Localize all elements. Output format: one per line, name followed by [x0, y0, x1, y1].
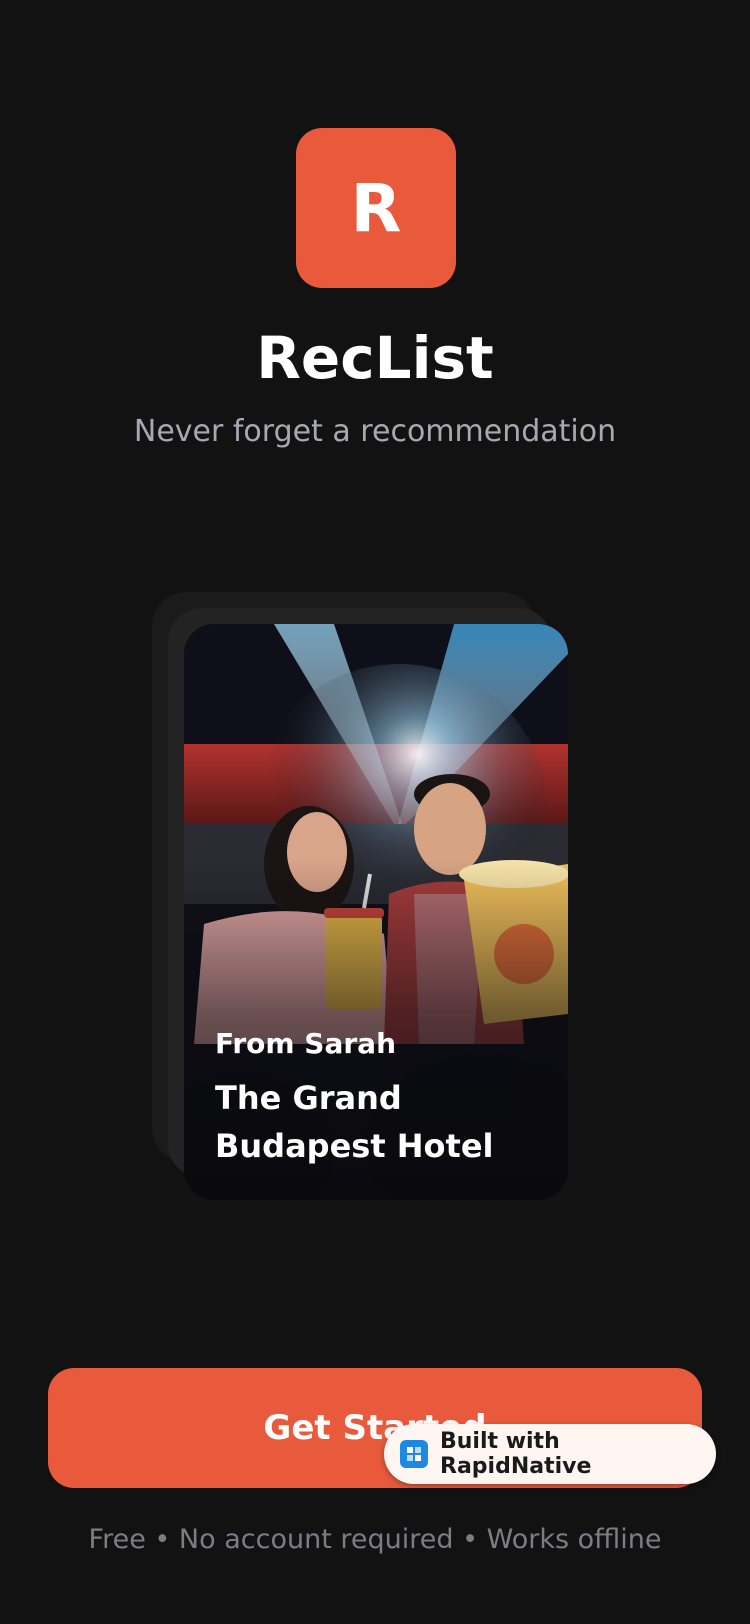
app-tagline: Never forget a recommendation	[133, 414, 617, 449]
rapidnative-icon	[400, 1440, 428, 1468]
built-with-rapidnative-badge[interactable]: Built with RapidNative	[384, 1424, 716, 1484]
logo-letter: R	[350, 169, 402, 247]
app-logo: R	[296, 128, 456, 288]
recommendation-card[interactable]: From Sarah The Grand Budapest Hotel	[184, 624, 568, 1200]
badge-label: Built with RapidNative	[440, 1429, 592, 1479]
app-title: RecList	[256, 324, 494, 392]
footnote-text: Free • No account required • Works offli…	[88, 1524, 662, 1555]
card-title: The Grand Budapest Hotel	[215, 1079, 494, 1165]
card-from-label: From Sarah	[215, 1027, 397, 1060]
